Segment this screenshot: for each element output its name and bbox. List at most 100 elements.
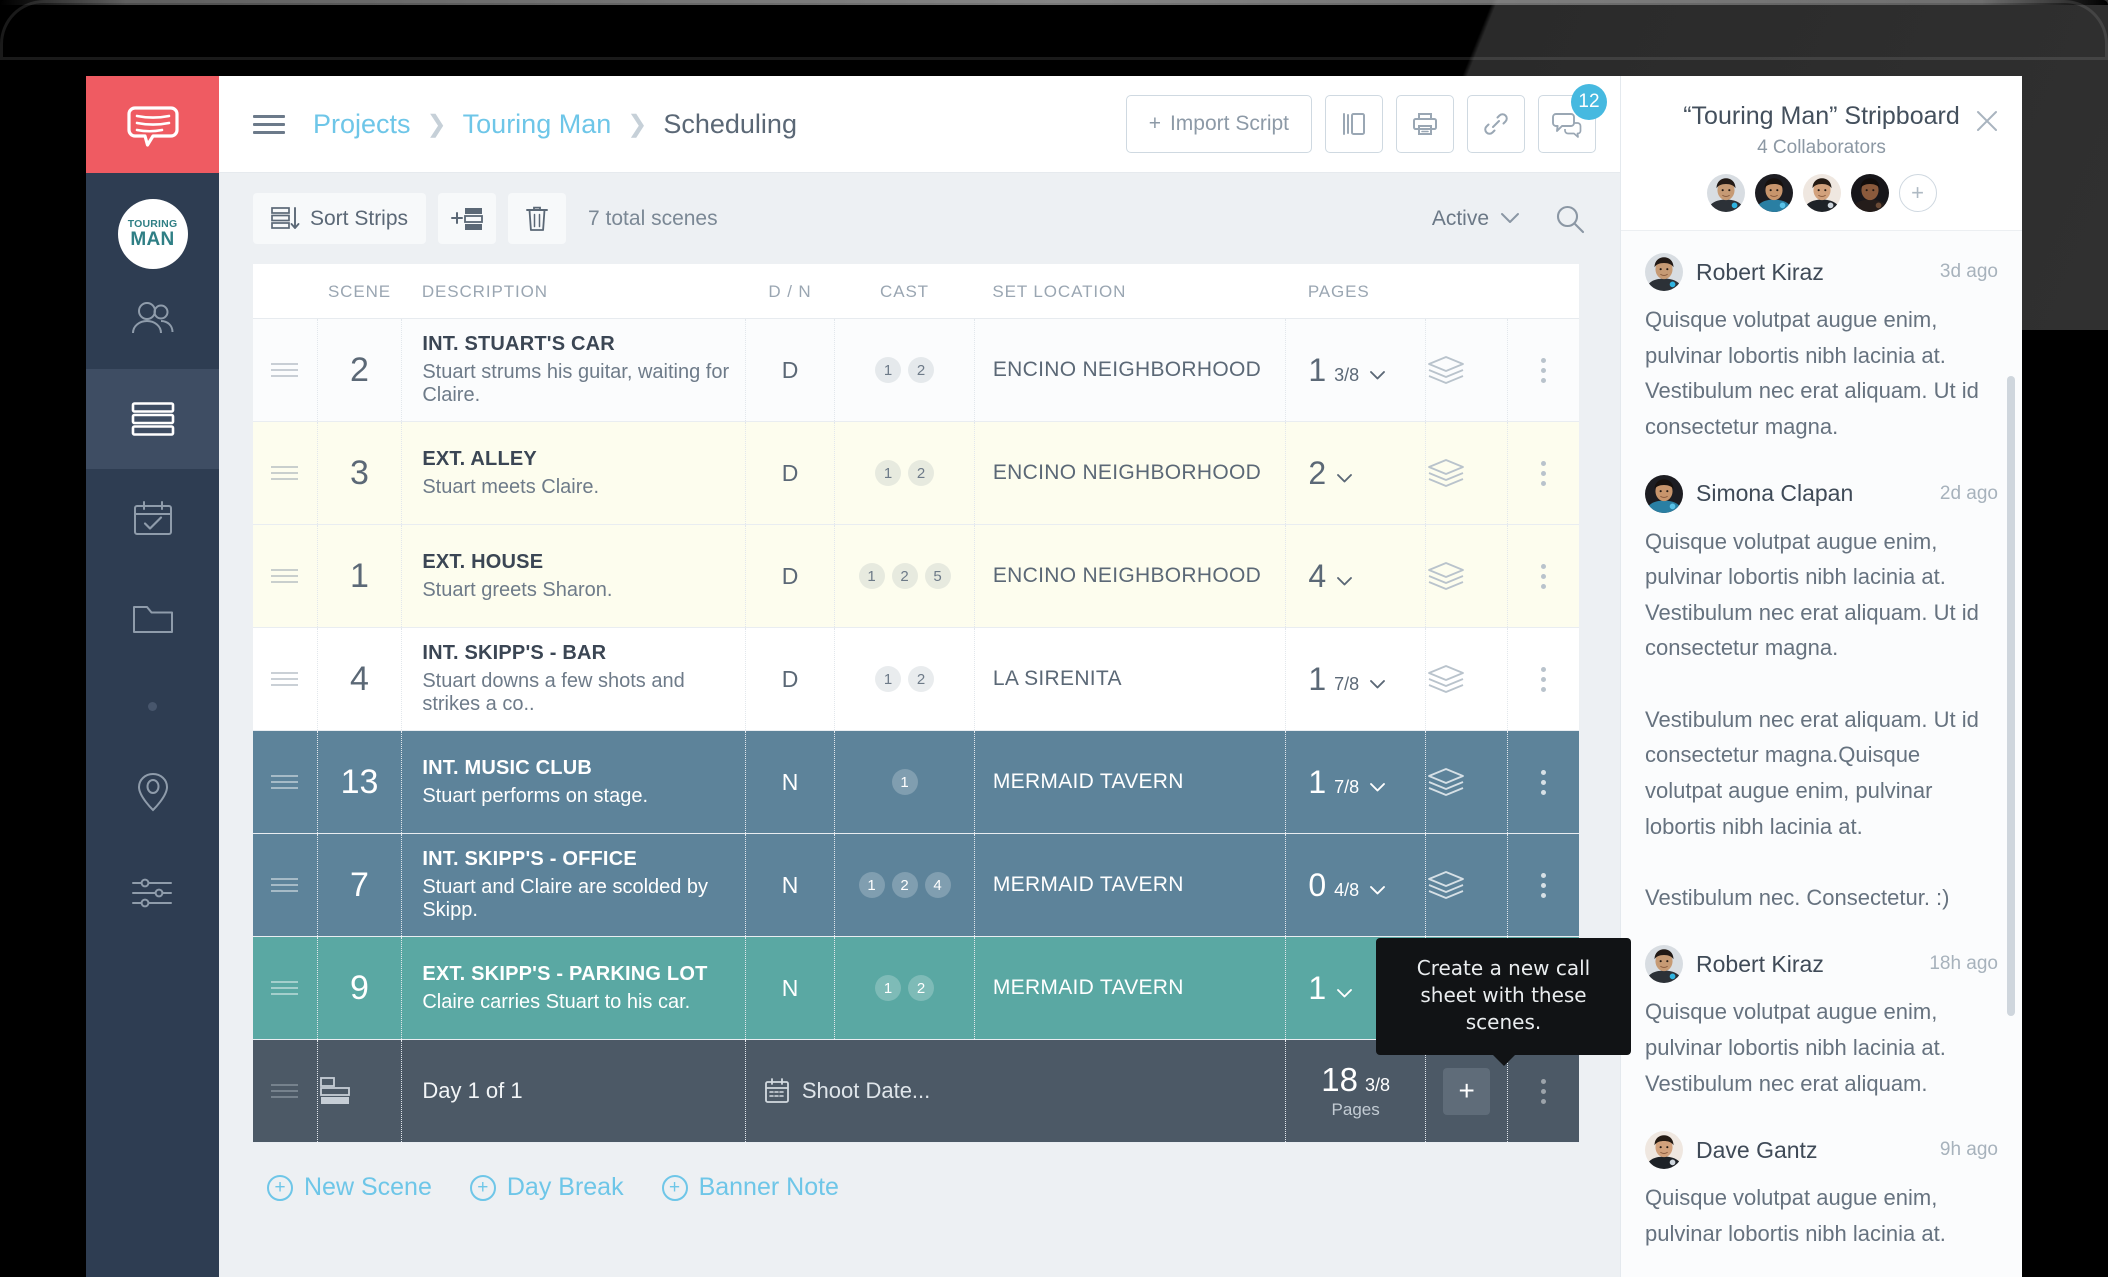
row-more-button[interactable] (1507, 730, 1579, 834)
row-more-button[interactable] (1507, 421, 1579, 525)
banner-note-button[interactable]: + Banner Note (661, 1173, 839, 1202)
cast-chip[interactable]: 1 (891, 769, 918, 795)
scene-synopsis: Stuart meets Claire. (422, 475, 600, 498)
collaborator-avatar[interactable] (1706, 174, 1745, 212)
row-drag-handle[interactable] (253, 833, 318, 937)
breadcrumb-separator: ❯ (426, 110, 447, 138)
delete-button[interactable] (508, 193, 567, 244)
layers-icon (1428, 871, 1464, 899)
comment-author: Simona Clapan (1696, 480, 1854, 506)
sidebar-item-calendar[interactable] (86, 469, 219, 569)
app-logo[interactable] (86, 76, 219, 173)
side-by-side-button[interactable] (1325, 95, 1383, 153)
table-row[interactable]: 4 INT. SKIPP'S - BAR Stuart downs a few sh… (253, 627, 1579, 731)
share-link-button[interactable] (1467, 95, 1525, 153)
sidebar-item-locations[interactable] (86, 743, 219, 843)
print-button[interactable] (1396, 95, 1454, 153)
row-layers-button[interactable] (1425, 730, 1509, 834)
sidebar-item-contacts[interactable] (86, 269, 219, 369)
sidebar-item-settings[interactable] (86, 843, 219, 943)
add-collaborator-button[interactable]: + (1898, 174, 1937, 212)
breadcrumb-touring-man[interactable]: Touring Man (463, 109, 612, 140)
pages-cell[interactable]: 0 4/8 (1285, 833, 1426, 937)
scene-synopsis: Stuart downs a few shots and strikes a c… (422, 670, 685, 715)
day-break-button[interactable]: + Day Break (469, 1173, 624, 1202)
day-night-value: N (781, 871, 799, 898)
pages-cell[interactable]: 1 7/8 (1285, 627, 1426, 731)
cast-chip[interactable]: 1 (858, 872, 885, 898)
row-drag-handle[interactable] (253, 421, 318, 525)
row-drag-handle[interactable] (253, 524, 318, 628)
import-script-button[interactable]: + Import Script (1125, 95, 1312, 153)
cast-chip[interactable]: 2 (908, 975, 935, 1001)
pages-cell[interactable]: 1 7/8 (1285, 730, 1426, 834)
search-button[interactable] (1554, 203, 1586, 235)
cast-chip[interactable]: 1 (858, 563, 885, 589)
pages-value: 1 7/8 (1286, 661, 1425, 698)
location-cell: ENCINO NEIGHBORHOOD (974, 524, 1287, 628)
panel-title: “Touring Man” Stripboard (1683, 102, 1960, 130)
collaborator-avatar[interactable] (1850, 174, 1889, 212)
table-row[interactable]: 3 EXT. ALLEY Stuart meets Claire. D 1 2 ENCINO… (253, 421, 1579, 525)
day-night-cell: D (745, 524, 836, 628)
collaborator-avatar[interactable] (1802, 174, 1841, 212)
table-row[interactable]: 2 INT. STUART'S CAR Stuart strums his guit… (253, 318, 1579, 422)
row-layers-button[interactable] (1425, 318, 1509, 422)
cast-chip[interactable]: 2 (908, 666, 935, 692)
row-layers-button[interactable] (1425, 421, 1509, 525)
table-row[interactable]: 7 INT. SKIPP'S - OFFICE Stuart and Claire … (253, 833, 1579, 937)
row-drag-handle[interactable] (253, 936, 318, 1040)
day-night-cell: N (745, 833, 836, 937)
shoot-date-placeholder: Shoot Date... (801, 1078, 931, 1103)
row-layers-button[interactable] (1425, 833, 1509, 937)
scene-number-cell: 1 (317, 524, 403, 628)
pages-cell[interactable]: 2 (1285, 421, 1426, 525)
add-strip-button[interactable] (438, 193, 497, 244)
table-row[interactable]: 13 INT. MUSIC CLUB Stuart performs on stag… (253, 730, 1579, 834)
row-drag-handle[interactable] (253, 318, 318, 422)
sidebar-item-files[interactable] (86, 569, 219, 669)
breadcrumb-projects[interactable]: Projects (313, 109, 411, 140)
panel-scrollbar[interactable] (2007, 376, 2015, 1016)
new-scene-button[interactable]: + New Scene (267, 1173, 432, 1202)
row-layers-button[interactable] (1425, 627, 1509, 731)
status-filter-select[interactable]: Active (1432, 207, 1520, 231)
cast-chip[interactable]: 5 (924, 563, 951, 589)
avatar[interactable] (1645, 474, 1683, 513)
create-call-sheet-button[interactable]: + (1443, 1067, 1491, 1115)
cast-chip[interactable]: 4 (924, 872, 951, 898)
collaborator-avatar[interactable] (1754, 174, 1793, 212)
avatar[interactable] (1645, 253, 1683, 291)
hamburger-icon[interactable] (253, 114, 285, 134)
sidebar-item-scheduling[interactable] (86, 369, 219, 469)
row-layers-button[interactable] (1425, 524, 1509, 628)
cast-chip[interactable]: 2 (908, 460, 935, 486)
cast-chip[interactable]: 2 (908, 357, 935, 383)
comments-button[interactable]: 12 (1538, 84, 1607, 153)
row-more-button[interactable] (1507, 833, 1579, 937)
comments-list[interactable]: Robert Kiraz 3d ago Quisque volutpat augue… (1621, 231, 2022, 1277)
table-row[interactable]: 1 EXT. HOUSE Stuart greets Sharon. D 1 2 5 ENCI… (253, 524, 1579, 628)
avatar[interactable] (1645, 1131, 1683, 1170)
project-avatar[interactable]: TOURING MAN (117, 199, 188, 269)
scene-number: 2 (350, 350, 369, 389)
row-more-button[interactable] (1507, 318, 1579, 422)
cast-chip[interactable]: 1 (875, 460, 902, 486)
cast-chip[interactable]: 2 (891, 563, 918, 589)
pages-cell[interactable]: 1 3/8 (1285, 318, 1426, 422)
shoot-date-cell[interactable]: Shoot Date... (745, 1039, 1287, 1143)
cast-chip[interactable]: 2 (891, 872, 918, 898)
row-more-button[interactable] (1507, 524, 1579, 628)
shoot-date-field[interactable]: Shoot Date... (746, 1077, 1285, 1105)
close-panel-button[interactable] (1974, 108, 2000, 134)
row-drag-handle[interactable] (253, 627, 318, 731)
cast-chip[interactable]: 1 (875, 357, 902, 383)
cast-chip[interactable]: 1 (875, 975, 902, 1001)
row-more-button[interactable] (1507, 627, 1579, 731)
daybreak-drag-handle[interactable] (253, 1039, 318, 1143)
row-drag-handle[interactable] (253, 730, 318, 834)
avatar[interactable] (1645, 945, 1683, 984)
pages-cell[interactable]: 4 (1285, 524, 1426, 628)
cast-chip[interactable]: 1 (875, 666, 902, 692)
sort-strips-button[interactable]: Sort Strips (253, 193, 427, 244)
